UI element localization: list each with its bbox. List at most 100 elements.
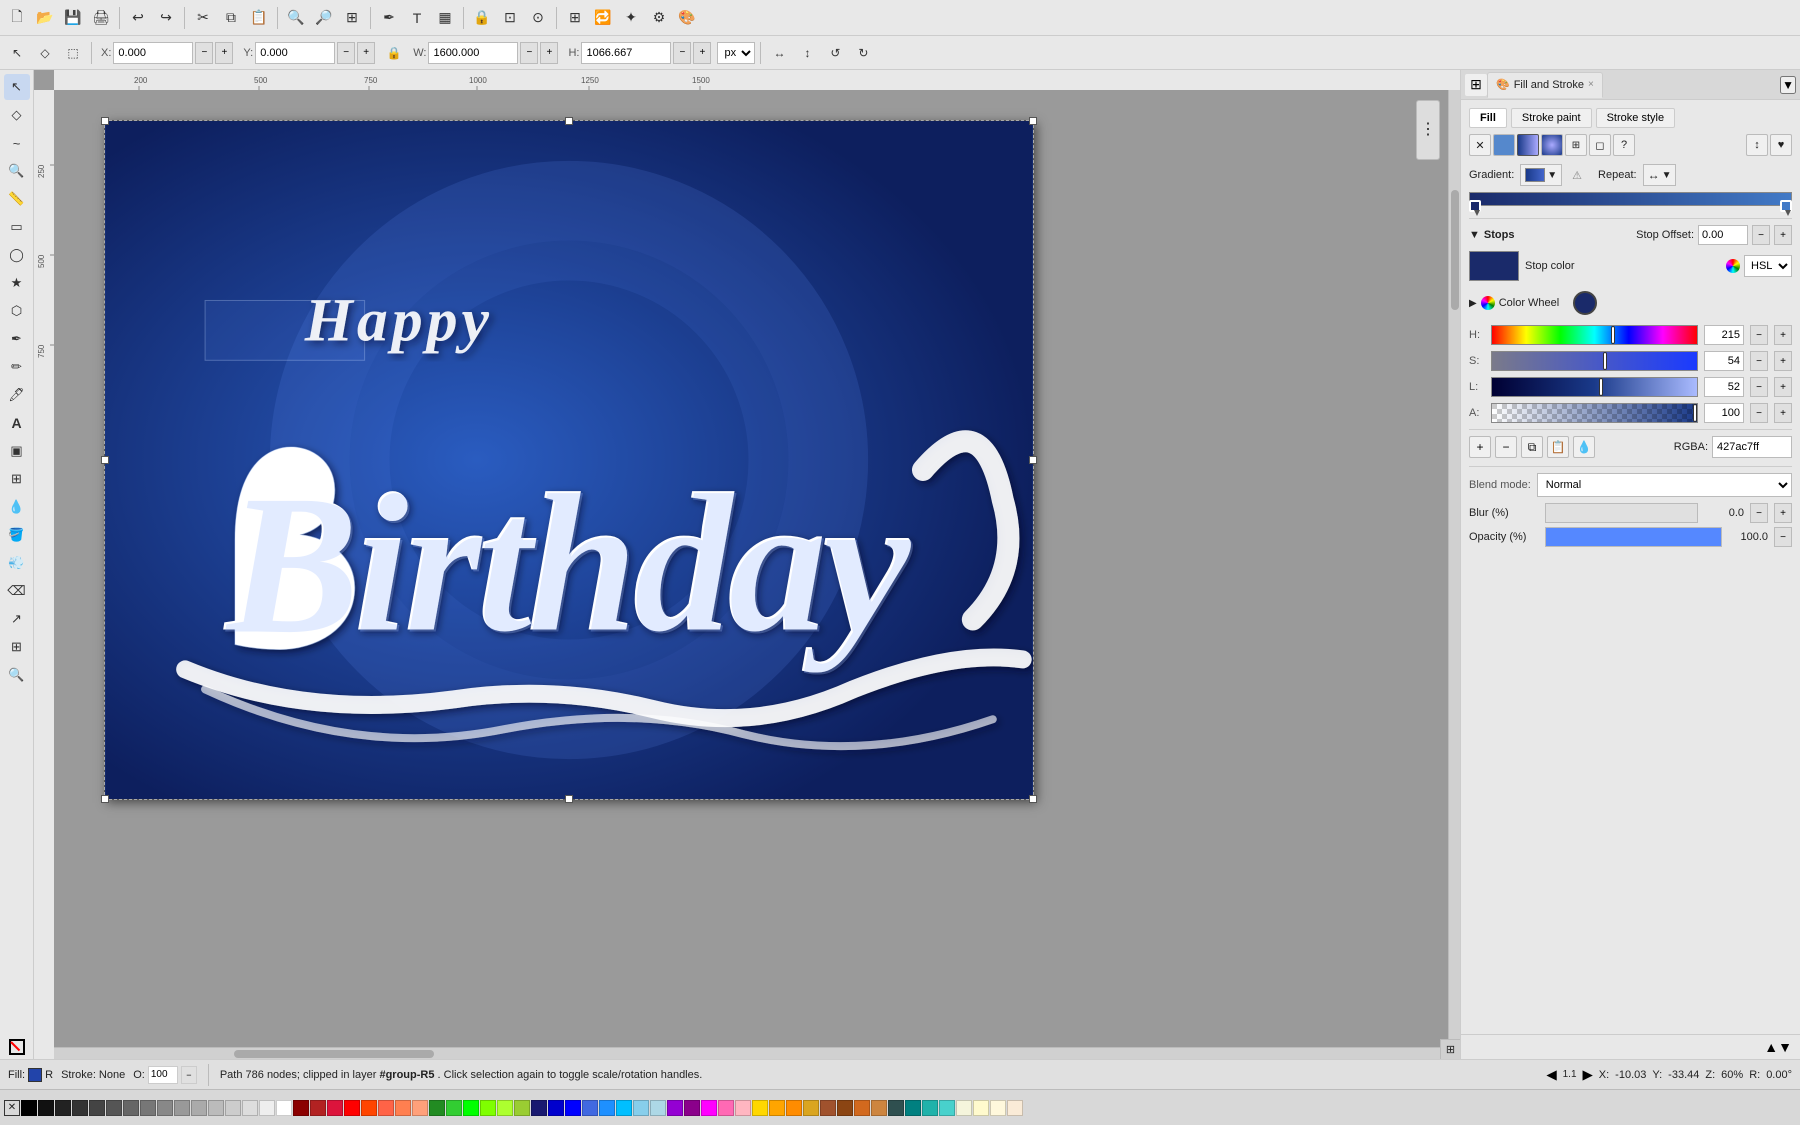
palette-swatch[interactable]	[72, 1100, 88, 1116]
a-slider-track[interactable]	[1491, 403, 1698, 423]
palette-swatch[interactable]	[548, 1100, 564, 1116]
transform-btn[interactable]: 🔁	[590, 5, 616, 31]
palette-swatch[interactable]	[361, 1100, 377, 1116]
pencil-tool[interactable]: ✏	[4, 354, 30, 380]
palette-swatch[interactable]	[106, 1100, 122, 1116]
zoom-tool[interactable]: 🔍	[4, 158, 30, 184]
canvas-options-btn[interactable]: ⋮	[1416, 100, 1440, 160]
flip-v-btn[interactable]: ↕	[794, 40, 820, 66]
redo-btn[interactable]: ↪	[153, 5, 179, 31]
blur-bar[interactable]	[1545, 503, 1698, 523]
palette-swatch[interactable]	[38, 1100, 54, 1116]
corner-nav[interactable]: ⊞	[1440, 1039, 1460, 1059]
gradient-bar-container[interactable]	[1469, 192, 1792, 212]
palette-swatch[interactable]	[803, 1100, 819, 1116]
palette-swatch[interactable]	[1007, 1100, 1023, 1116]
paste-btn[interactable]: 📋	[246, 5, 272, 31]
ellipse-tool[interactable]: ◯	[4, 242, 30, 268]
palette-swatch[interactable]	[667, 1100, 683, 1116]
pen-tool[interactable]: ✒	[4, 326, 30, 352]
edit-gradient-btn[interactable]: ↕	[1746, 134, 1768, 156]
calligraphy-tool[interactable]: 🖊	[4, 382, 30, 408]
eyedropper-btn[interactable]: 💧	[1573, 436, 1595, 458]
unset-paint-btn[interactable]: ?	[1613, 134, 1635, 156]
eraser-tool[interactable]: ⌫	[4, 578, 30, 604]
palette-swatch[interactable]	[888, 1100, 904, 1116]
w-increment[interactable]: +	[540, 42, 558, 64]
color-preview-dot[interactable]	[1573, 291, 1597, 315]
gradient-bar[interactable]	[1469, 192, 1792, 206]
selector-tool[interactable]: ↖	[4, 74, 30, 100]
tweak-tool[interactable]: ~	[4, 130, 30, 156]
opacity-bar[interactable]	[1545, 527, 1722, 547]
node-tool[interactable]: ◇	[32, 40, 58, 66]
fill-stroke-tab[interactable]: 🎨 Fill and Stroke ×	[1487, 72, 1603, 98]
rotate-cw-btn[interactable]: ↻	[850, 40, 876, 66]
a-increment[interactable]: +	[1774, 403, 1792, 423]
h-scroll-thumb[interactable]	[234, 1050, 434, 1058]
prev-node-btn[interactable]: ◀	[1546, 1067, 1556, 1083]
opacity-decrement[interactable]: −	[1774, 527, 1792, 547]
palette-swatch[interactable]	[310, 1100, 326, 1116]
h-value-input[interactable]	[1704, 325, 1744, 345]
rotate-ccw-btn[interactable]: ↺	[822, 40, 848, 66]
objects-panel-btn[interactable]: ⊞	[4, 634, 30, 660]
measure-tool[interactable]: 📏	[4, 186, 30, 212]
paint-bucket-tool[interactable]: 🪣	[4, 522, 30, 548]
paste-colors-btn[interactable]: 📋	[1547, 436, 1569, 458]
stop-left[interactable]	[1469, 200, 1481, 212]
open-btn[interactable]: 📂	[32, 5, 58, 31]
fill-tab-btn[interactable]: Fill	[1469, 108, 1507, 128]
y-decrement[interactable]: −	[337, 42, 355, 64]
palette-swatch[interactable]	[497, 1100, 513, 1116]
panel-scroll-down[interactable]: ▼	[1778, 1039, 1792, 1055]
palette-swatch[interactable]	[854, 1100, 870, 1116]
stroke-style-tab-btn[interactable]: Stroke style	[1596, 108, 1675, 128]
shapes-btn[interactable]: ▦	[432, 5, 458, 31]
w-input[interactable]	[428, 42, 518, 64]
radial-grad-btn[interactable]	[1541, 134, 1563, 156]
palette-swatch[interactable]	[684, 1100, 700, 1116]
text-btn[interactable]: T	[404, 5, 430, 31]
polygon-tool[interactable]: ⬡	[4, 298, 30, 324]
no-color-btn[interactable]: ✕	[4, 1100, 20, 1116]
palette-swatch[interactable]	[718, 1100, 734, 1116]
snap-btn[interactable]: 🔒	[469, 5, 495, 31]
canvas-area[interactable]: 200 500 750 1000 1250 1500 250 500	[34, 70, 1460, 1059]
new-file-btn[interactable]: 🗋	[4, 5, 30, 31]
palette-swatch[interactable]	[922, 1100, 938, 1116]
palette-swatch[interactable]	[973, 1100, 989, 1116]
palette-swatch[interactable]	[55, 1100, 71, 1116]
palette-swatch[interactable]	[242, 1100, 258, 1116]
star-tool[interactable]: ★	[4, 270, 30, 296]
zoom-canvas-btn[interactable]: 🔍	[4, 662, 30, 688]
rect-tool[interactable]: ▭	[4, 214, 30, 240]
palette-swatch[interactable]	[412, 1100, 428, 1116]
save-btn[interactable]: 💾	[60, 5, 86, 31]
opacity-status-input[interactable]	[148, 1066, 178, 1084]
palette-swatch[interactable]	[735, 1100, 751, 1116]
s-thumb[interactable]	[1603, 352, 1607, 370]
object-props-btn[interactable]: ⚙	[646, 5, 672, 31]
copy-colors-btn[interactable]: ⧉	[1521, 436, 1543, 458]
cut-btn[interactable]: ✂	[190, 5, 216, 31]
handle-s[interactable]	[565, 795, 573, 803]
s-increment[interactable]: +	[1774, 351, 1792, 371]
l-slider-track[interactable]	[1491, 377, 1698, 397]
print-btn[interactable]: 🖨	[88, 5, 114, 31]
a-thumb[interactable]	[1693, 404, 1697, 422]
palette-swatch[interactable]	[259, 1100, 275, 1116]
s-slider-track[interactable]	[1491, 351, 1698, 371]
palette-swatch[interactable]	[820, 1100, 836, 1116]
palette-swatch[interactable]	[429, 1100, 445, 1116]
palette-swatch[interactable]	[956, 1100, 972, 1116]
l-value-input[interactable]	[1704, 377, 1744, 397]
palette-swatch[interactable]	[480, 1100, 496, 1116]
blur-increment[interactable]: +	[1774, 503, 1792, 523]
palette-swatch[interactable]	[939, 1100, 955, 1116]
a-decrement[interactable]: −	[1750, 403, 1768, 423]
handle-nw[interactable]	[101, 117, 109, 125]
h-scrollbar[interactable]	[54, 1047, 1460, 1059]
align-btn[interactable]: ⊞	[562, 5, 588, 31]
swatch-btn[interactable]: ◻	[1589, 134, 1611, 156]
